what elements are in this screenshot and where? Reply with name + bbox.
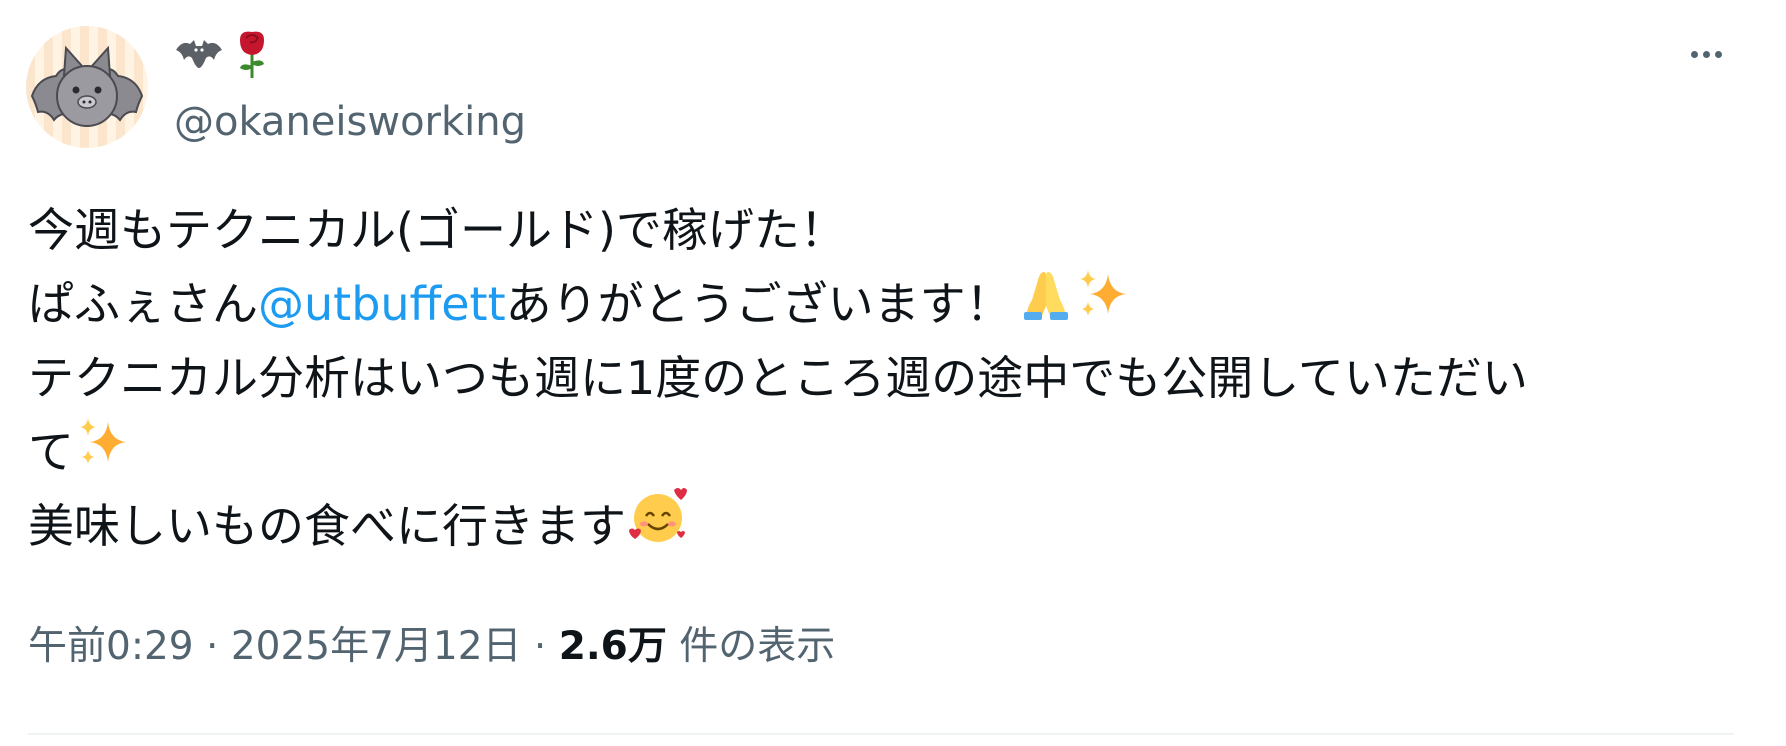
- bat-avatar-icon: [30, 45, 144, 127]
- sparkles-icon: [74, 414, 130, 491]
- tweet-line-1: 今週もテクニカル(ゴールド)で稼げた！: [28, 193, 1708, 267]
- mention-link[interactable]: @utbuffett: [258, 267, 506, 341]
- tweet-meta: 午前0:29 · 2025年7月12日 · 2.6万 件の表示: [28, 622, 835, 672]
- views-count: 2.6万: [558, 624, 667, 669]
- folded-hands-icon: [1018, 266, 1074, 343]
- user-handle[interactable]: @okaneisworking: [174, 98, 526, 146]
- divider: [28, 733, 1734, 735]
- tweet-line-4-text: て: [28, 425, 74, 479]
- rose-emoji-icon: [232, 28, 272, 84]
- tweet-line-2-suffix: ありがとうございます！: [505, 277, 1012, 331]
- tweet-line-2-prefix: ぱふぇさん: [28, 277, 258, 331]
- tweet-line-4: て: [28, 415, 1708, 489]
- tweet-line-2: ぱふぇさん @utbuffett ありがとうございます！: [28, 267, 1708, 341]
- tweet-line-5: 美味しいもの食べに行きます: [28, 487, 1708, 563]
- more-options-icon[interactable]: [1676, 36, 1736, 72]
- tweet-card: @okaneisworking 今週もテクニカル(ゴールド)で稼げた！ ぱふぇさ…: [0, 0, 1786, 746]
- separator: ·: [206, 624, 219, 669]
- tweet-time[interactable]: 午前0:29: [28, 624, 194, 669]
- tweet-text: 今週もテクニカル(ゴールド)で稼げた！ ぱふぇさん @utbuffett ありがとう…: [28, 193, 1708, 563]
- tweet-line-5-text: 美味しいもの食べに行きます: [28, 499, 626, 553]
- bat-emoji-icon: [174, 34, 224, 78]
- tweet-line-3: テクニカル分析はいつも週に1度のところ週の途中でも公開していただい: [28, 341, 1708, 415]
- tweet-line-1-text: 今週もテクニカル(ゴールド)で稼げた！: [28, 203, 846, 257]
- sparkles-icon: [1074, 266, 1130, 343]
- smiling-face-with-hearts-icon: [628, 486, 688, 567]
- tweet-date[interactable]: 2025年7月12日: [231, 624, 522, 669]
- avatar[interactable]: [26, 26, 148, 148]
- tweet-line-3-text: テクニカル分析はいつも週に1度のところ週の途中でも公開していただい: [28, 351, 1528, 405]
- separator: ·: [533, 624, 547, 669]
- display-name[interactable]: [174, 30, 272, 82]
- views-label: 件の表示: [679, 624, 836, 669]
